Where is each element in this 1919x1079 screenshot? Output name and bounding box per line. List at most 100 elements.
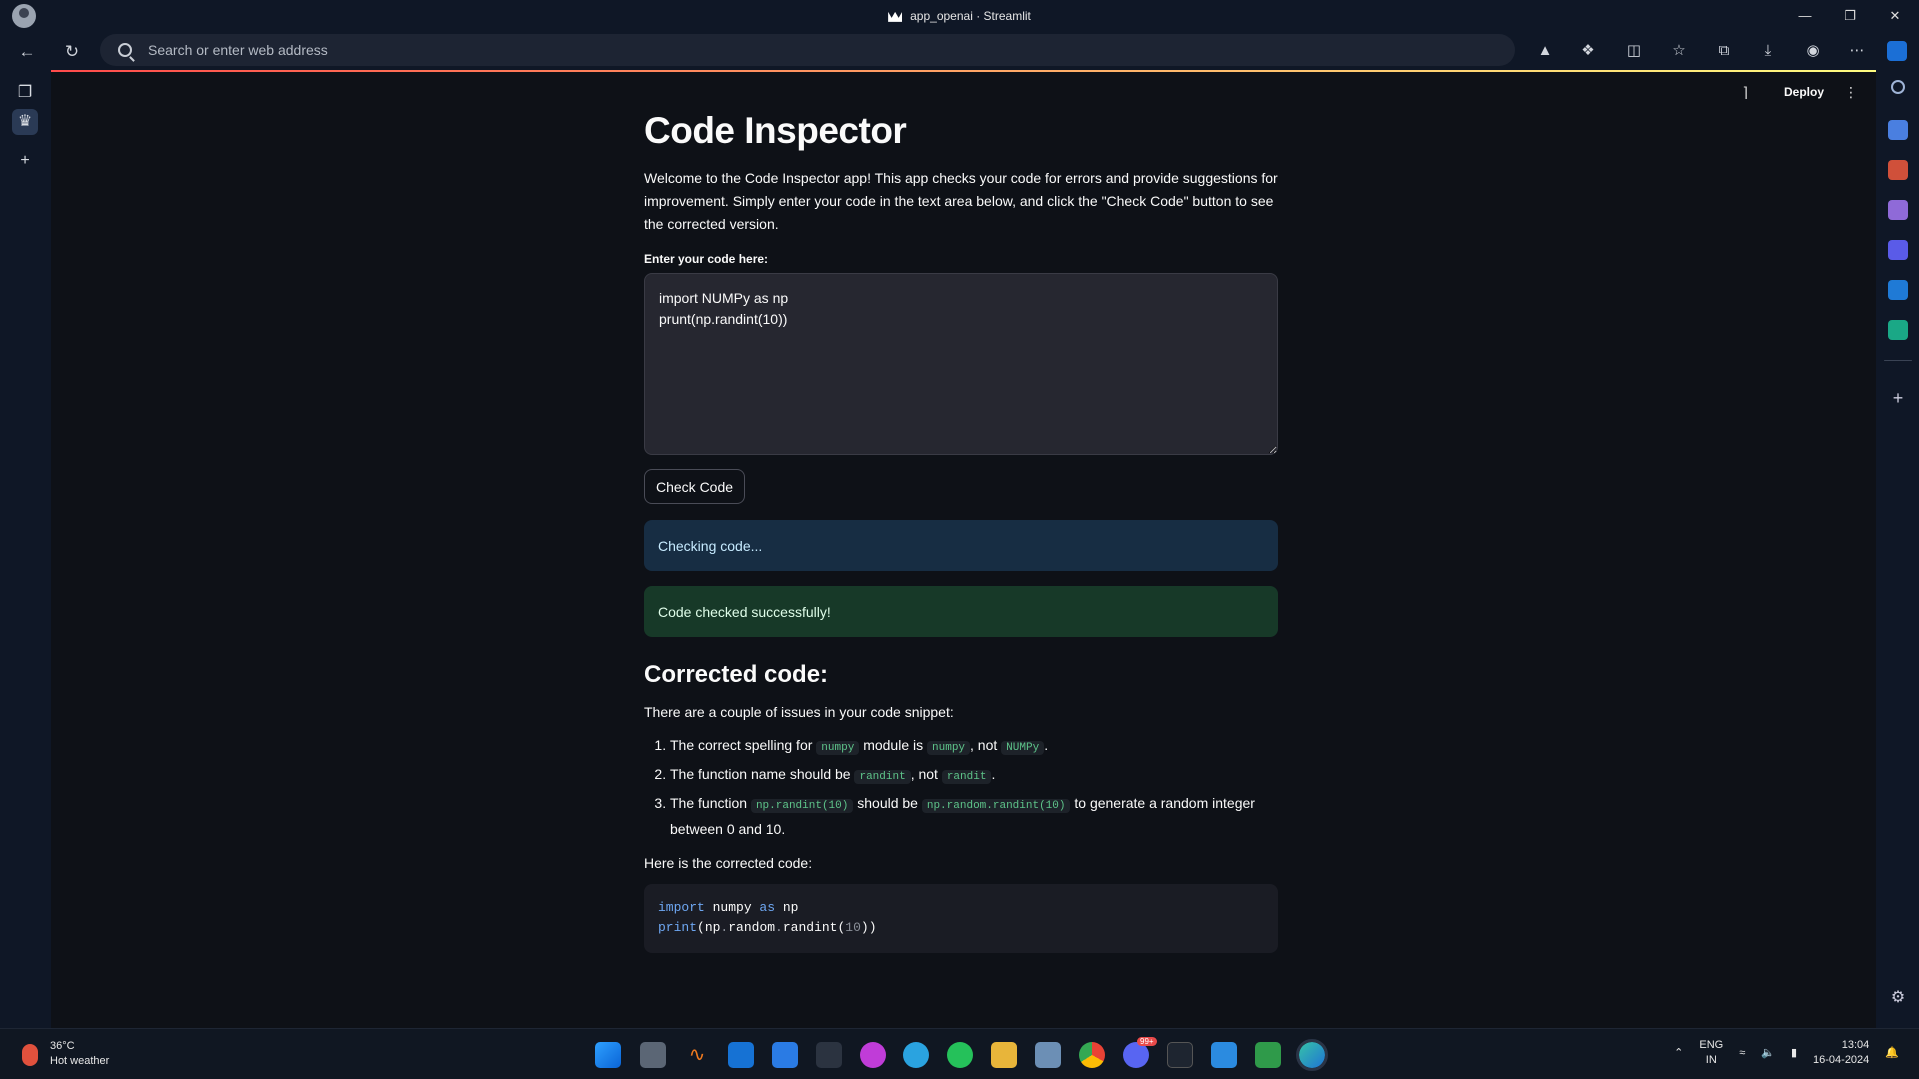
vertical-tabs-bar: ❐ ♛ +: [0, 70, 50, 1028]
vscode-icon[interactable]: [1211, 1042, 1237, 1068]
shopping-icon[interactable]: [1888, 120, 1908, 140]
info-text: Checking code...: [658, 537, 763, 554]
code-token: import: [658, 900, 705, 915]
divider: [1884, 360, 1912, 361]
window-title: app_openai · Streamlit: [0, 9, 1919, 23]
chrome-icon[interactable]: [1079, 1042, 1105, 1068]
search-icon[interactable]: [1891, 80, 1905, 94]
more-icon[interactable]: ⋯: [1847, 41, 1867, 61]
telegram-icon[interactable]: [903, 1042, 929, 1068]
taskbar: 36°C Hot weather ∿ 99+ ⌃ ENG IN ≈ 🔈 ▮ 13…: [0, 1028, 1919, 1079]
address-placeholder: Search or enter web address: [148, 42, 328, 58]
info-alert: Checking code...: [644, 520, 1278, 571]
thermometer-icon: [22, 1044, 38, 1066]
issue-text: The function: [670, 795, 751, 811]
edge-sidebar: + ⚙: [1876, 70, 1919, 1028]
code-token: )): [860, 920, 877, 935]
close-button[interactable]: ✕: [1885, 6, 1905, 26]
cmd-icon[interactable]: [1167, 1042, 1193, 1068]
corrected-intro: Here is the corrected code:: [644, 855, 813, 871]
new-tab-icon[interactable]: +: [12, 148, 38, 174]
tab-actions-icon[interactable]: ❐: [12, 80, 38, 106]
profile-sync-icon[interactable]: ◉: [1803, 41, 1823, 61]
inline-code: np.randint(10): [750, 799, 854, 813]
favorites-icon[interactable]: ☆: [1669, 41, 1689, 61]
photos-icon[interactable]: [1035, 1042, 1061, 1068]
inline-code: randit: [941, 770, 992, 784]
code-token: print: [658, 920, 698, 935]
collections-icon[interactable]: ⧉: [1714, 41, 1734, 61]
office-icon[interactable]: [1888, 240, 1908, 260]
summary-text: There are a couple of issues in your cod…: [644, 704, 954, 720]
send-icon[interactable]: [1888, 320, 1908, 340]
wifi-icon[interactable]: ≈: [1739, 1046, 1745, 1061]
file-explorer-icon[interactable]: [991, 1042, 1017, 1068]
code-input[interactable]: [644, 273, 1278, 455]
inline-code: numpy: [816, 741, 860, 755]
issue-text: module is: [859, 737, 928, 753]
inline-code: NUMPy: [1001, 741, 1045, 755]
restore-button[interactable]: ❐: [1840, 6, 1860, 26]
issues-list: The correct spelling for numpy module is…: [644, 734, 1278, 841]
sheets-icon[interactable]: [1255, 1042, 1281, 1068]
discord-icon[interactable]: 99+: [1123, 1037, 1157, 1068]
weather-widget[interactable]: 36°C Hot weather: [18, 1039, 109, 1069]
add-icon[interactable]: +: [1888, 388, 1908, 408]
inline-code: numpy: [927, 741, 971, 755]
issue-text: , not: [970, 737, 1002, 753]
back-icon[interactable]: ←: [16, 41, 38, 63]
issue-item: The function np.randint(10) should be np…: [670, 792, 1278, 841]
puzzle-icon[interactable]: ❖: [1578, 41, 1598, 61]
intro-text: Welcome to the Code Inspector app! This …: [644, 170, 1278, 232]
language-indicator[interactable]: ENG IN: [1699, 1038, 1723, 1068]
code-token: numpy: [704, 900, 760, 915]
code-line: import numpy as np: [658, 898, 1264, 918]
code-token: .: [775, 920, 783, 935]
games-icon[interactable]: [1888, 200, 1908, 220]
tab-streamlit[interactable]: ♛: [12, 109, 38, 135]
tools-icon[interactable]: [1888, 160, 1908, 180]
code-token: random: [728, 920, 776, 935]
refresh-icon[interactable]: ↻: [61, 41, 83, 63]
streamlit-icon: [888, 11, 903, 22]
issue-text: should be: [853, 795, 922, 811]
inline-code: np.random.randint(10): [921, 799, 1071, 813]
main-container: Code Inspector Welcome to the Code Inspe…: [644, 72, 1278, 953]
start-icon[interactable]: [595, 1042, 621, 1068]
extension-icon[interactable]: ▲: [1535, 41, 1555, 61]
issue-text: .: [1044, 737, 1049, 753]
battery-icon[interactable]: ▮: [1791, 1046, 1797, 1061]
outlook-icon[interactable]: [728, 1042, 754, 1068]
issue-item: The function name should be randint, not…: [670, 763, 1278, 789]
app-icon[interactable]: ∿: [684, 1042, 710, 1068]
system-tray: ⌃ ENG IN ≈ 🔈 ▮ 13:04 16-04-2024 🔔: [1674, 1038, 1899, 1068]
copilot-icon[interactable]: [1887, 41, 1907, 61]
page-title: Code Inspector: [644, 110, 907, 151]
terminal-icon[interactable]: [816, 1042, 842, 1068]
check-code-button[interactable]: Check Code: [644, 469, 746, 504]
notification-icon[interactable]: 🔔: [1885, 1046, 1899, 1061]
issue-text: , not: [910, 766, 942, 782]
app-purple-icon[interactable]: [860, 1042, 886, 1068]
split-screen-icon[interactable]: ◫: [1624, 41, 1644, 61]
clock[interactable]: 13:04 16-04-2024: [1813, 1038, 1869, 1068]
code-token: as: [759, 900, 776, 915]
issue-text: The correct spelling for: [670, 737, 817, 753]
volume-icon[interactable]: 🔈: [1761, 1046, 1775, 1061]
code-input-label: Enter your code here:: [644, 252, 769, 266]
app-blue-icon[interactable]: [772, 1042, 798, 1068]
address-bar[interactable]: Search or enter web address: [100, 34, 1515, 66]
outlook-icon[interactable]: [1888, 280, 1908, 300]
task-view-icon[interactable]: [640, 1042, 666, 1068]
edge-icon[interactable]: [1296, 1039, 1328, 1071]
success-alert: Code checked successfully!: [644, 586, 1278, 637]
main-menu-icon[interactable]: ⋮: [1844, 84, 1858, 101]
discord-badge: 99+: [1137, 1037, 1157, 1046]
deploy-button[interactable]: Deploy: [1784, 85, 1824, 99]
minimize-button[interactable]: —: [1795, 6, 1815, 26]
whatsapp-icon[interactable]: [947, 1042, 973, 1068]
chevron-up-icon[interactable]: ⌃: [1674, 1046, 1683, 1061]
download-icon[interactable]: ⤓: [1758, 41, 1778, 61]
settings-icon[interactable]: ⚙: [1888, 988, 1908, 1008]
code-token: (np: [697, 920, 721, 935]
